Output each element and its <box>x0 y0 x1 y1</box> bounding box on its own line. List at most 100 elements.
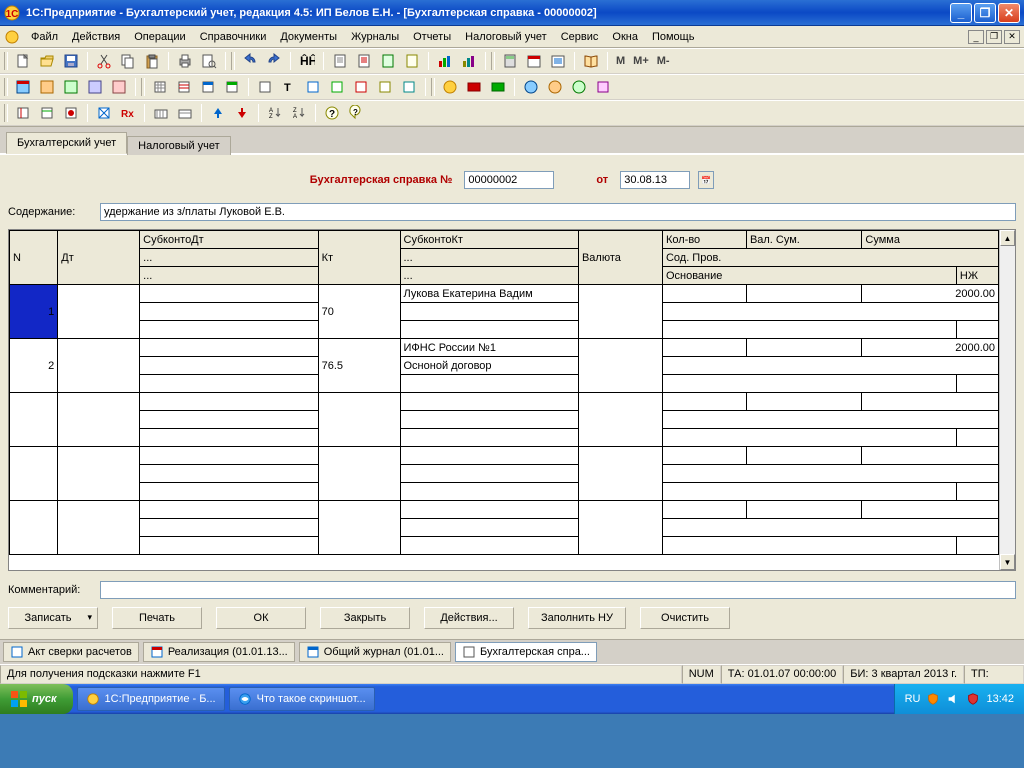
mdi-minimize-button[interactable]: _ <box>968 30 984 44</box>
table-row[interactable]: Осноной договор <box>10 357 999 375</box>
print-button[interactable]: Печать <box>112 607 202 629</box>
tray-sound-icon[interactable] <box>946 692 960 706</box>
col-n[interactable]: N <box>10 231 58 285</box>
tb-r3-1-icon[interactable] <box>12 102 34 124</box>
tb-doc3-icon[interactable] <box>377 50 399 72</box>
new-icon[interactable] <box>12 50 34 72</box>
print-preview-icon[interactable] <box>198 50 220 72</box>
tb-r3-rx-icon[interactable]: Rx <box>117 102 139 124</box>
menu-actions[interactable]: Действия <box>65 29 127 45</box>
tb-r2-3-icon[interactable] <box>60 76 82 98</box>
col-basis[interactable]: Основание <box>662 267 956 285</box>
tb-doc1-icon[interactable] <box>329 50 351 72</box>
scroll-up-button[interactable]: ▲ <box>1000 230 1015 246</box>
tb-settings-icon[interactable] <box>547 50 569 72</box>
tb-chart2-icon[interactable] <box>458 50 480 72</box>
cut-icon[interactable] <box>93 50 115 72</box>
tb-r3-2-icon[interactable] <box>36 102 58 124</box>
col-subkt[interactable]: СубконтоКт <box>400 231 578 249</box>
col-cur[interactable]: Валюта <box>578 231 662 285</box>
mdi-tab-4[interactable]: Бухгалтерская спра... <box>455 642 597 662</box>
open-icon[interactable] <box>36 50 58 72</box>
tb-r3-4-icon[interactable] <box>93 102 115 124</box>
close-button[interactable]: ✕ <box>998 3 1020 23</box>
menu-journals[interactable]: Журналы <box>344 29 406 45</box>
tb-r3-help-icon[interactable]: ? <box>321 102 343 124</box>
actions-button[interactable]: Действия... <box>424 607 514 629</box>
paste-icon[interactable] <box>141 50 163 72</box>
tb-r2-1-icon[interactable] <box>12 76 34 98</box>
filter-subkt-2[interactable]: ... <box>400 267 578 285</box>
content-input[interactable] <box>100 203 1016 221</box>
mdi-close-button[interactable]: ✕ <box>1004 30 1020 44</box>
tb-r3-5-icon[interactable] <box>150 102 172 124</box>
tb-r2-22-icon[interactable] <box>568 76 590 98</box>
tb-r2-10-icon[interactable] <box>254 76 276 98</box>
tb-r2-19-icon[interactable] <box>487 76 509 98</box>
tb-r3-6-icon[interactable] <box>174 102 196 124</box>
tb-doc4-icon[interactable] <box>401 50 423 72</box>
tb-r2-23-icon[interactable] <box>592 76 614 98</box>
tb-r2-13-icon[interactable] <box>326 76 348 98</box>
tb-r2-17-icon[interactable] <box>439 76 461 98</box>
filter-subdt-1[interactable]: ... <box>140 249 318 267</box>
start-button[interactable]: пуск <box>0 684 73 714</box>
tb-book-icon[interactable] <box>580 50 602 72</box>
tb-calendar-icon[interactable] <box>523 50 545 72</box>
tb-mplus[interactable]: M+ <box>630 55 652 67</box>
tb-r2-21-icon[interactable] <box>544 76 566 98</box>
ok-button[interactable]: ОК <box>216 607 306 629</box>
tray-clock[interactable]: 13:42 <box>986 693 1014 705</box>
tray-lang[interactable]: RU <box>905 693 921 705</box>
taskbar-task-2[interactable]: Что такое скриншот... <box>229 687 375 711</box>
copy-icon[interactable] <box>117 50 139 72</box>
tb-r2-2-icon[interactable] <box>36 76 58 98</box>
tb-doc2-icon[interactable] <box>353 50 375 72</box>
filter-subkt-1[interactable]: ... <box>400 249 578 267</box>
menu-help[interactable]: Помощь <box>645 29 702 45</box>
tab-tax[interactable]: Налоговый учет <box>127 136 231 155</box>
tray-shield-icon[interactable] <box>926 692 940 706</box>
print-icon[interactable] <box>174 50 196 72</box>
taskbar-task-1[interactable]: 1С:Предприятие - Б... <box>77 687 225 711</box>
filter-subdt-2[interactable]: ... <box>140 267 318 285</box>
scroll-down-button[interactable]: ▼ <box>1000 554 1015 570</box>
menu-directories[interactable]: Справочники <box>193 29 274 45</box>
clear-button[interactable]: Очистить <box>640 607 730 629</box>
tb-r2-15-icon[interactable] <box>374 76 396 98</box>
tb-r3-3-icon[interactable] <box>60 102 82 124</box>
tb-r2-7-icon[interactable] <box>173 76 195 98</box>
minimize-button[interactable]: _ <box>950 3 972 23</box>
tb-r3-down-icon[interactable] <box>231 102 253 124</box>
table-row[interactable] <box>10 375 999 393</box>
menu-file[interactable]: Файл <box>24 29 65 45</box>
tab-accounting[interactable]: Бухгалтерский учет <box>6 132 127 154</box>
tb-r2-18-icon[interactable] <box>463 76 485 98</box>
col-valsum[interactable]: Вал. Сум. <box>746 231 861 249</box>
tb-r2-12-icon[interactable] <box>302 76 324 98</box>
tb-calc-icon[interactable] <box>499 50 521 72</box>
menu-tax[interactable]: Налоговый учет <box>458 29 554 45</box>
table-row[interactable] <box>10 303 999 321</box>
tb-r2-5-icon[interactable] <box>108 76 130 98</box>
tb-r3-helptip-icon[interactable]: ? <box>345 102 367 124</box>
date-picker-button[interactable]: 📅 <box>698 171 714 189</box>
tb-r2-14-icon[interactable] <box>350 76 372 98</box>
tb-r2-4-icon[interactable] <box>84 76 106 98</box>
tb-r2-9-icon[interactable] <box>221 76 243 98</box>
tb-chart1-icon[interactable] <box>434 50 456 72</box>
col-nzh[interactable]: НЖ <box>956 267 998 285</box>
table-row[interactable]: 1 70 Лукова Екатерина Вадим 2000.00 <box>10 285 999 303</box>
comment-input[interactable] <box>100 581 1016 599</box>
table-row[interactable] <box>10 393 999 411</box>
menu-operations[interactable]: Операции <box>127 29 192 45</box>
menu-service[interactable]: Сервис <box>554 29 606 45</box>
maximize-button[interactable]: ❐ <box>974 3 996 23</box>
undo-icon[interactable] <box>239 50 261 72</box>
col-dt[interactable]: Дт <box>58 231 140 285</box>
col-subdt[interactable]: СубконтоДт <box>140 231 318 249</box>
redo-icon[interactable] <box>263 50 285 72</box>
mdi-restore-button[interactable]: ❐ <box>986 30 1002 44</box>
close-doc-button[interactable]: Закрыть <box>320 607 410 629</box>
find-icon[interactable]: ĤĤ <box>296 50 318 72</box>
